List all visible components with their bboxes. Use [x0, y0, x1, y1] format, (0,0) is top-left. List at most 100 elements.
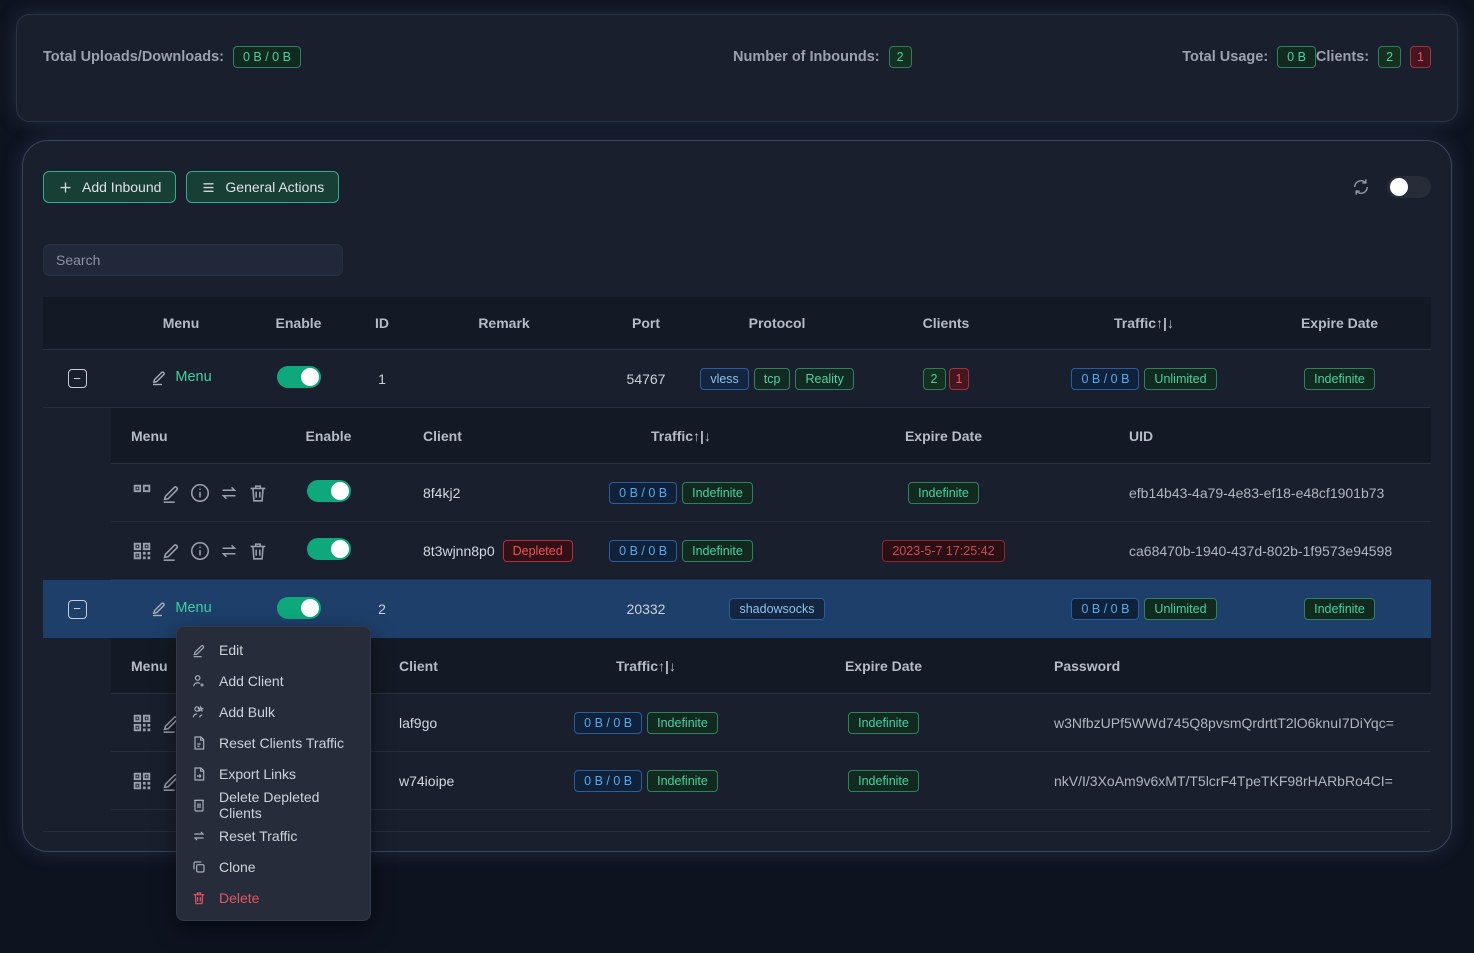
- menu-item-reset-clients-traffic[interactable]: Reset Clients Traffic: [177, 727, 370, 758]
- client-expire: 2023-5-7 17:25:42: [816, 540, 1071, 562]
- user-add-icon: [191, 673, 207, 689]
- traffic-badge: 0 B / 0 B: [609, 540, 677, 562]
- expire-badge: Indefinite: [908, 482, 979, 504]
- stat-uploads: Total Uploads/Downloads: 0 B / 0 B: [43, 41, 733, 73]
- inbound-1-port: 54767: [590, 371, 702, 387]
- protocol-tag-tcp: tcp: [754, 368, 791, 390]
- search-input[interactable]: [43, 244, 343, 276]
- inbounds-table-header: Menu Enable ID Remark Port Protocol Clie…: [43, 297, 1431, 350]
- client-info-button[interactable]: [189, 540, 211, 562]
- edit-pencil-icon: [150, 368, 168, 386]
- menu-item-add-bulk[interactable]: Add Bulk: [177, 696, 370, 727]
- edit-client-button[interactable]: [160, 482, 182, 504]
- menu-item-label: Edit: [219, 642, 243, 658]
- inbound-1-menu-button[interactable]: Menu: [150, 368, 211, 386]
- menu-item-delete[interactable]: Delete: [177, 882, 370, 913]
- header-client: Client: [381, 428, 546, 444]
- traffic-limit-badge: Indefinite: [647, 712, 718, 734]
- client-row-8t3wjnn8p0: 8t3wjnn8p0 Depleted 0 B / 0 B Indefinite…: [111, 522, 1431, 580]
- qr-code-icon: [131, 770, 153, 792]
- client-name: 8t3wjnn8p0: [423, 543, 495, 559]
- toggle-knob: [301, 599, 319, 617]
- qr-code-button[interactable]: [131, 540, 153, 562]
- file-reset-icon: [191, 735, 207, 751]
- menu-item-reset-traffic[interactable]: Reset Traffic: [177, 820, 370, 851]
- client-password: nkV/I/3XoAm9v6xMT/T5lcrF4TpeTKF98rHARbRo…: [996, 773, 1431, 789]
- clients-active-badge: 2: [923, 368, 946, 390]
- menu-item-edit[interactable]: Edit: [177, 634, 370, 665]
- stat-usage: Total Usage: 0 B: [1182, 41, 1316, 73]
- qr-code-button[interactable]: [131, 482, 153, 504]
- general-actions-button[interactable]: General Actions: [186, 171, 339, 203]
- header-client: Client: [371, 658, 521, 674]
- menu-item-label: Delete: [219, 890, 259, 906]
- client-enable-toggle[interactable]: [307, 480, 351, 502]
- protocol-tag-shadowsocks: shadowsocks: [729, 598, 824, 620]
- traffic-badge: 0 B / 0 B: [1071, 598, 1139, 620]
- client-actions: [111, 540, 276, 562]
- menu-item-label: Add Client: [219, 673, 284, 689]
- inbounds-panel: Add Inbound General Actions Menu Enable …: [22, 140, 1452, 852]
- qr-code-button[interactable]: [131, 712, 153, 734]
- add-inbound-button[interactable]: Add Inbound: [43, 171, 176, 203]
- header-traffic[interactable]: Traffic↑|↓: [546, 428, 816, 444]
- inbound-1-clients-table: Menu Enable Client Traffic↑|↓ Expire Dat…: [111, 408, 1431, 580]
- inbound-2-menu-button[interactable]: Menu: [150, 599, 211, 617]
- reset-client-traffic-button[interactable]: [218, 482, 240, 504]
- stat-usage-value: 0 B: [1277, 46, 1316, 68]
- client-expire: Indefinite: [816, 482, 1071, 504]
- toggle-knob: [301, 368, 319, 386]
- protocol-tag-reality: Reality: [795, 368, 853, 390]
- client-info-button[interactable]: [189, 482, 211, 504]
- delete-client-button[interactable]: [247, 482, 269, 504]
- inbound-context-menu: Edit Add Client Add Bulk Reset Clients T…: [176, 626, 371, 921]
- inbound-2-id: 2: [346, 601, 418, 617]
- edit-client-button[interactable]: [160, 540, 182, 562]
- delete-client-button[interactable]: [247, 540, 269, 562]
- header-expire-date: Expire Date: [816, 428, 1071, 444]
- menu-item-add-client[interactable]: Add Client: [177, 665, 370, 696]
- qr-code-icon: [131, 540, 153, 562]
- menu-item-label: Export Links: [219, 766, 296, 782]
- menu-item-clone[interactable]: Clone: [177, 851, 370, 882]
- trash-icon: [191, 890, 207, 906]
- traffic-limit-badge: Indefinite: [647, 770, 718, 792]
- toolbar: Add Inbound General Actions: [43, 171, 1431, 203]
- add-inbound-label: Add Inbound: [82, 179, 161, 195]
- inbound-2-menu-label: Menu: [175, 600, 211, 616]
- traffic-limit-badge: Indefinite: [682, 540, 753, 562]
- plus-icon: [58, 180, 73, 195]
- protocol-tag-vless: vless: [700, 368, 748, 390]
- header-clients: Clients: [852, 315, 1040, 331]
- info-circle-icon: [189, 482, 211, 504]
- menu-item-export-links[interactable]: Export Links: [177, 758, 370, 789]
- inbound-1-enable-toggle[interactable]: [277, 366, 321, 388]
- traffic-badge: 0 B / 0 B: [1071, 368, 1139, 390]
- inbound-1-id: 1: [346, 371, 418, 387]
- qr-code-button[interactable]: [131, 770, 153, 792]
- refresh-icon: [1351, 177, 1371, 197]
- header-uid: UID: [1071, 428, 1431, 444]
- client-enable-toggle[interactable]: [307, 538, 351, 560]
- reset-arrows-icon: [191, 828, 207, 844]
- dark-mode-toggle[interactable]: [1387, 176, 1431, 198]
- client-password: w3NfbzUPf5WWd745Q8pvsmQrdrttT2lO6knuI7Di…: [996, 715, 1431, 731]
- stat-clients-label: Clients:: [1316, 49, 1369, 65]
- refresh-button[interactable]: [1351, 177, 1371, 197]
- traffic-limit-badge: Unlimited: [1144, 368, 1216, 390]
- collapse-row-button[interactable]: −: [68, 369, 87, 388]
- reset-client-traffic-button[interactable]: [218, 540, 240, 562]
- hamburger-icon: [201, 180, 216, 195]
- header-traffic[interactable]: Traffic↑|↓: [1040, 315, 1248, 331]
- header-traffic[interactable]: Traffic↑|↓: [521, 658, 771, 674]
- menu-item-delete-depleted-clients[interactable]: Delete Depleted Clients: [177, 789, 370, 820]
- client-name: laf9go: [399, 715, 437, 731]
- inbound-2-protocol-tags: shadowsocks: [702, 598, 852, 620]
- inbound-2-enable-toggle[interactable]: [277, 597, 321, 619]
- inbound-1-clients: 2 1: [852, 368, 1040, 390]
- pencil-icon: [191, 642, 207, 658]
- header-menu: Menu: [111, 315, 251, 331]
- header-remark: Remark: [418, 315, 590, 331]
- collapse-row-button[interactable]: −: [68, 600, 87, 619]
- clients-table-1-header: Menu Enable Client Traffic↑|↓ Expire Dat…: [111, 408, 1431, 464]
